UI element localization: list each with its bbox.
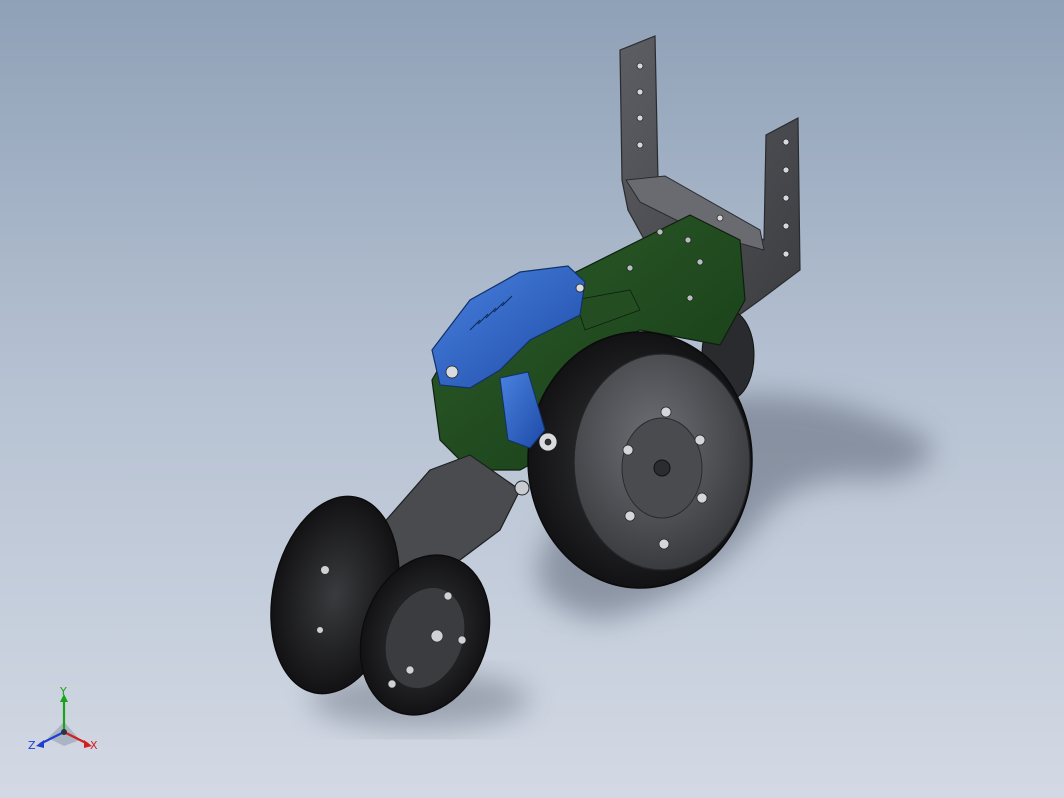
main-gauge-wheel[interactable] [527, 331, 753, 589]
graphics-viewport[interactable]: Y Z X [0, 0, 1064, 798]
triad-x-label: X [90, 739, 98, 752]
orientation-triad[interactable]: Y Z X [28, 685, 106, 756]
triad-y-label: Y [60, 685, 67, 698]
triad-z-label: Z [28, 739, 36, 752]
cad-3d-model[interactable] [0, 0, 1064, 798]
